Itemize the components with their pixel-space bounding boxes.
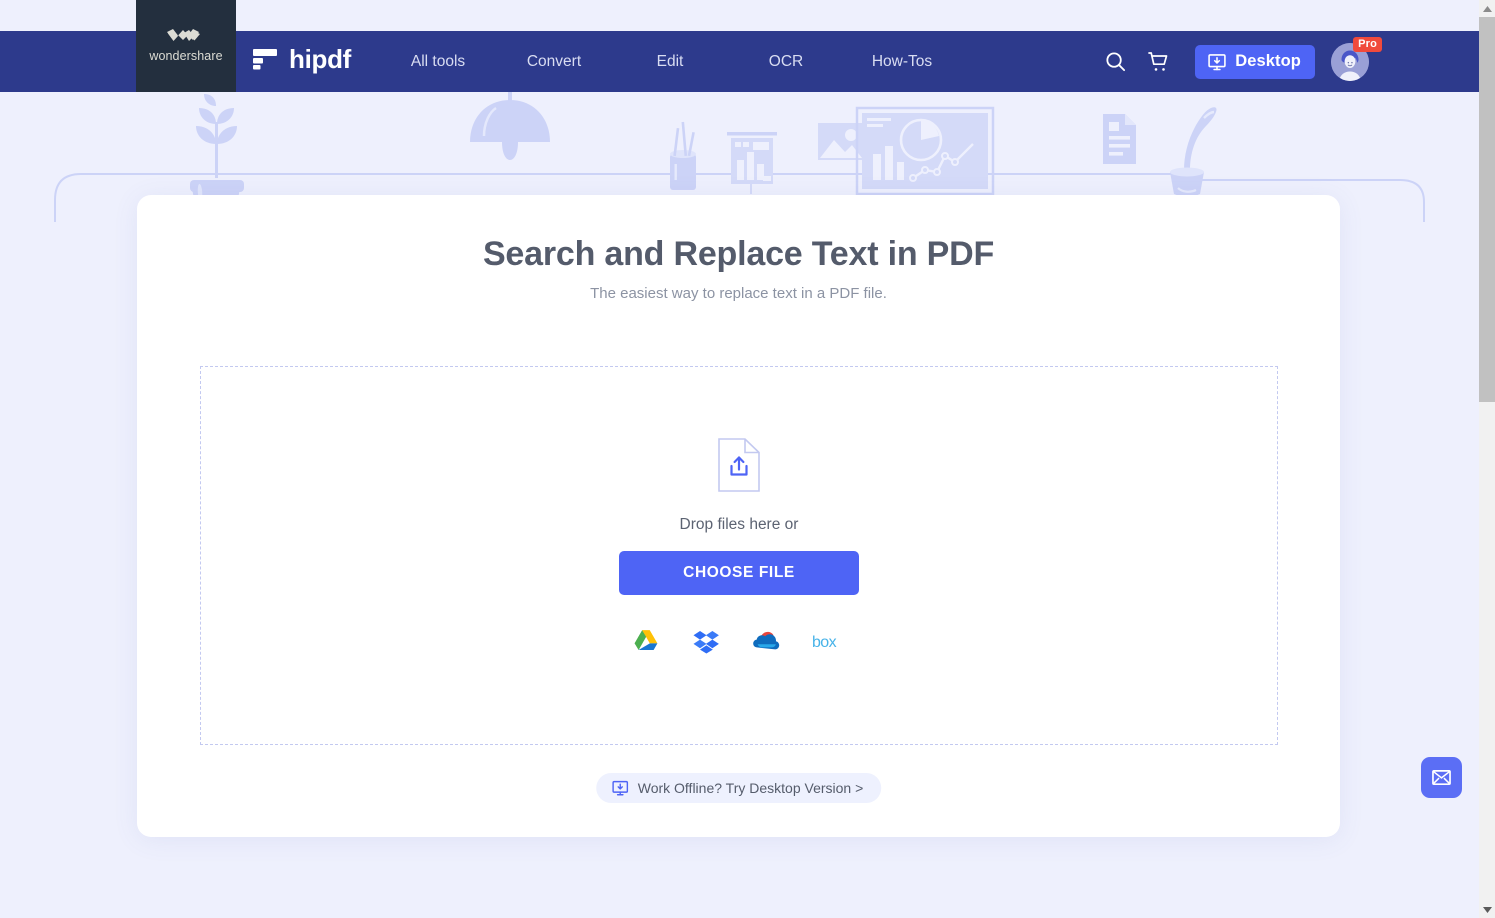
cart-icon bbox=[1148, 51, 1168, 71]
email-support-button[interactable] bbox=[1421, 757, 1462, 798]
page-root: wondershare hipdf All tools Convert Edit… bbox=[0, 0, 1495, 918]
scroll-down-button[interactable] bbox=[1479, 901, 1495, 918]
work-offline-button[interactable]: Work Offline? Try Desktop Version > bbox=[595, 773, 882, 803]
desktop-button-label: Desktop bbox=[1235, 52, 1301, 70]
scrollbar-thumb[interactable] bbox=[1479, 17, 1495, 402]
dropbox-icon[interactable] bbox=[692, 627, 720, 655]
chevron-down-icon bbox=[1482, 906, 1492, 913]
nav-item-edit[interactable]: Edit bbox=[612, 53, 728, 71]
wondershare-label: wondershare bbox=[149, 49, 223, 63]
hipdf-mark-icon bbox=[253, 49, 277, 70]
nav-right-cluster: Desktop Pro bbox=[1093, 31, 1382, 92]
file-upload-icon bbox=[718, 438, 760, 492]
nav-links: All tools Convert Edit OCR How-Tos bbox=[380, 31, 960, 92]
vertical-scrollbar[interactable] bbox=[1479, 0, 1495, 918]
account-avatar[interactable]: Pro bbox=[1331, 36, 1382, 81]
svg-text:box: box bbox=[812, 634, 837, 651]
search-button[interactable] bbox=[1093, 40, 1137, 84]
work-offline-label: Work Offline? Try Desktop Version > bbox=[637, 780, 864, 796]
cart-button[interactable] bbox=[1137, 40, 1181, 84]
cloud-sources: box bbox=[632, 627, 846, 655]
desktop-download-icon bbox=[1208, 53, 1226, 70]
chevron-up-icon bbox=[1482, 5, 1492, 12]
envelope-icon bbox=[1432, 770, 1451, 785]
search-icon bbox=[1106, 52, 1125, 72]
hipdf-logo[interactable]: hipdf bbox=[252, 46, 351, 72]
desktop-download-button[interactable]: Desktop bbox=[1195, 44, 1315, 79]
wondershare-logo-block[interactable]: wondershare bbox=[136, 0, 236, 92]
nav-item-how-tos[interactable]: How-Tos bbox=[844, 53, 960, 71]
hipdf-wordmark: hipdf bbox=[289, 44, 352, 74]
nav-item-convert[interactable]: Convert bbox=[496, 53, 612, 71]
tool-card: Search and Replace Text in PDF The easie… bbox=[137, 195, 1340, 837]
pro-badge: Pro bbox=[1353, 36, 1382, 53]
scrollbar-track[interactable] bbox=[1479, 17, 1495, 901]
box-icon[interactable]: box bbox=[812, 631, 846, 651]
desktop-download-icon bbox=[611, 780, 628, 796]
page-subtitle: The easiest way to replace text in a PDF… bbox=[590, 285, 887, 302]
file-dropzone[interactable]: Drop files here or CHOOSE FILE box bbox=[200, 366, 1278, 745]
scroll-up-button[interactable] bbox=[1479, 0, 1495, 17]
nav-item-all-tools[interactable]: All tools bbox=[380, 53, 496, 71]
choose-file-button[interactable]: CHOOSE FILE bbox=[619, 551, 859, 595]
google-drive-icon[interactable] bbox=[632, 627, 660, 655]
wondershare-mark-icon bbox=[167, 29, 200, 41]
onedrive-icon[interactable] bbox=[752, 627, 780, 655]
drop-files-label: Drop files here or bbox=[679, 516, 799, 533]
page-title: Search and Replace Text in PDF bbox=[482, 235, 995, 273]
nav-item-ocr[interactable]: OCR bbox=[728, 53, 844, 71]
